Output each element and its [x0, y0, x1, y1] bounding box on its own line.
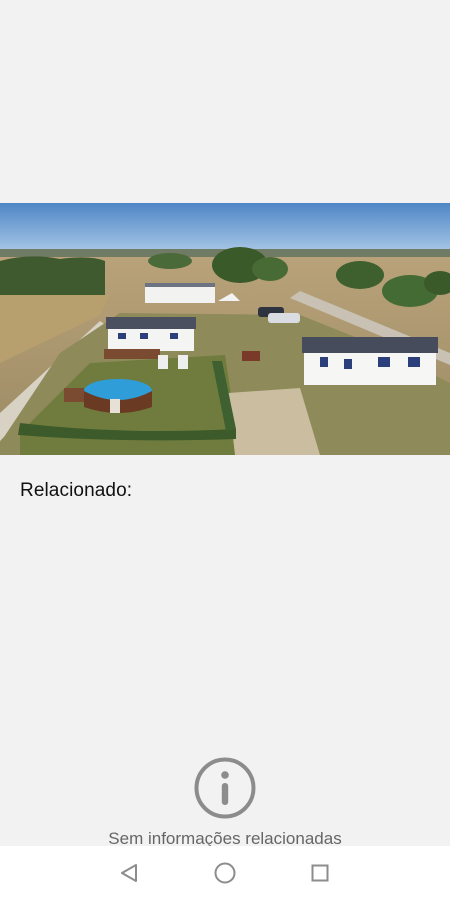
recents-button[interactable]: [307, 860, 333, 886]
aerial-photo-image: [0, 203, 450, 455]
home-circle-icon: [214, 862, 236, 884]
empty-state: Sem informações relacionadas: [0, 757, 450, 848]
back-triangle-icon: [121, 864, 137, 882]
screen: Relacionado: Sem informações relacionada…: [0, 0, 450, 900]
recents-square-icon: [311, 864, 329, 882]
info-circle-icon: [194, 757, 256, 819]
system-navigation-bar: [0, 846, 450, 900]
related-section-title: Relacionado:: [20, 480, 133, 501]
home-button[interactable]: [212, 860, 238, 886]
hero-photo[interactable]: [0, 203, 450, 455]
back-button[interactable]: [116, 860, 142, 886]
